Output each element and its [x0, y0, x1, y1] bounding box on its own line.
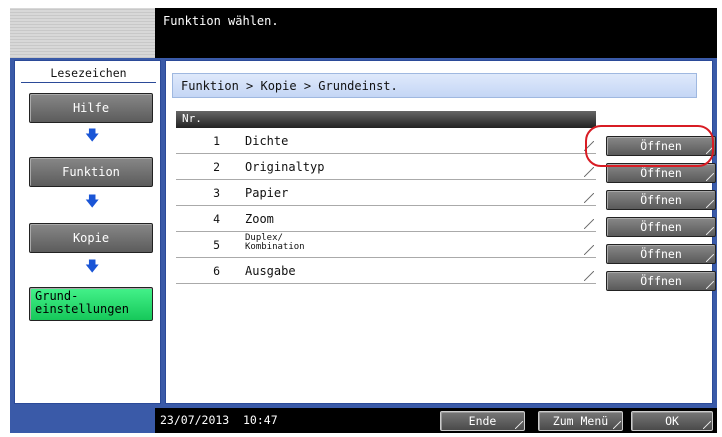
row-label: Dichte: [245, 134, 289, 148]
arrow-down-icon: 🡇: [85, 194, 100, 210]
table-row[interactable]: 2 Originaltyp: [176, 154, 596, 180]
table-row[interactable]: 6 Ausgabe: [176, 258, 596, 284]
row-label: Originaltyp: [245, 160, 325, 174]
main-content: Funktion > Kopie > Grundeinst. Nr. 1 Dic…: [165, 60, 716, 404]
status-bar: 23/07/2013 10:47 Ende Zum Menü OK: [155, 408, 717, 433]
page-title: Funktion wählen.: [163, 14, 279, 28]
end-button-label: Ende: [468, 414, 497, 428]
corner-mark-icon: [706, 173, 714, 181]
highlight-circle: [585, 125, 714, 167]
corner-mark-icon: [584, 271, 594, 281]
menu-button-label: Zum Menü: [552, 414, 609, 428]
corner-mark-icon: [515, 421, 523, 429]
row-label: Duplex/ Kombination: [245, 233, 305, 252]
row-number: 5: [213, 238, 220, 252]
main-panel: Funktion > Kopie > Grundeinst. Nr. 1 Dic…: [165, 58, 717, 408]
corner-mark-icon: [584, 219, 594, 229]
sidebar-item-function[interactable]: Funktion: [29, 157, 153, 187]
ok-button-label: OK: [665, 414, 679, 428]
open-button-label: Öffnen: [640, 220, 682, 234]
table-row[interactable]: 4 Zoom: [176, 206, 596, 232]
corner-mark-icon: [584, 245, 594, 255]
open-button[interactable]: Öffnen: [606, 244, 716, 264]
open-button[interactable]: Öffnen: [606, 271, 716, 291]
row-label: Zoom: [245, 212, 274, 226]
table-row[interactable]: 1 Dichte: [176, 128, 596, 154]
breadcrumb: Funktion > Kopie > Grundeinst.: [172, 73, 697, 98]
arrow-down-icon: 🡇: [85, 128, 100, 144]
open-button-label: Öffnen: [640, 193, 682, 207]
table-row[interactable]: 3 Papier: [176, 180, 596, 206]
arrow-down-icon: 🡇: [85, 259, 100, 275]
sidebar-item-basic-settings[interactable]: Grund- einstellungen: [29, 287, 153, 321]
row-label: Ausgabe: [245, 264, 296, 278]
end-button[interactable]: Ende: [440, 411, 525, 431]
corner-mark-icon: [613, 421, 621, 429]
row-label: Papier: [245, 186, 289, 200]
settings-table: Nr. 1 Dichte 2 Originaltyp 3 Papier 4 Zo…: [176, 111, 716, 291]
menu-button[interactable]: Zum Menü: [538, 411, 623, 431]
row-number: 3: [213, 186, 220, 200]
open-button-label: Öffnen: [640, 166, 682, 180]
corner-mark-icon: [703, 421, 711, 429]
top-left-panel: [10, 8, 155, 58]
open-button[interactable]: Öffnen: [606, 217, 716, 237]
date-display: 23/07/2013: [160, 413, 230, 427]
open-button-label: Öffnen: [640, 274, 682, 288]
sidebar-item-copy[interactable]: Kopie: [29, 223, 153, 253]
open-button[interactable]: Öffnen: [606, 190, 716, 210]
table-header: Nr.: [176, 111, 596, 128]
bottom-left-panel: [10, 408, 155, 433]
table-row[interactable]: 5 Duplex/ Kombination: [176, 232, 596, 258]
corner-mark-icon: [584, 167, 594, 177]
row-number: 4: [213, 212, 220, 226]
corner-mark-icon: [706, 254, 714, 262]
ok-button[interactable]: OK: [631, 411, 713, 431]
corner-mark-icon: [706, 281, 714, 289]
header-bar: Funktion wählen.: [155, 8, 717, 58]
open-button-label: Öffnen: [640, 247, 682, 261]
row-number: 2: [213, 160, 220, 174]
row-number: 6: [213, 264, 220, 278]
sidebar-panel: Lesezeichen Hilfe 🡇 Funktion 🡇 Kopie 🡇 G…: [14, 60, 161, 404]
corner-mark-icon: [706, 200, 714, 208]
tab-bookmarks[interactable]: Lesezeichen: [21, 61, 156, 83]
sidebar: Lesezeichen Hilfe 🡇 Funktion 🡇 Kopie 🡇 G…: [10, 58, 165, 408]
row-number: 1: [213, 134, 220, 148]
corner-mark-icon: [706, 227, 714, 235]
time-display: 10:47: [243, 413, 278, 427]
sidebar-item-help[interactable]: Hilfe: [29, 93, 153, 123]
corner-mark-icon: [584, 193, 594, 203]
